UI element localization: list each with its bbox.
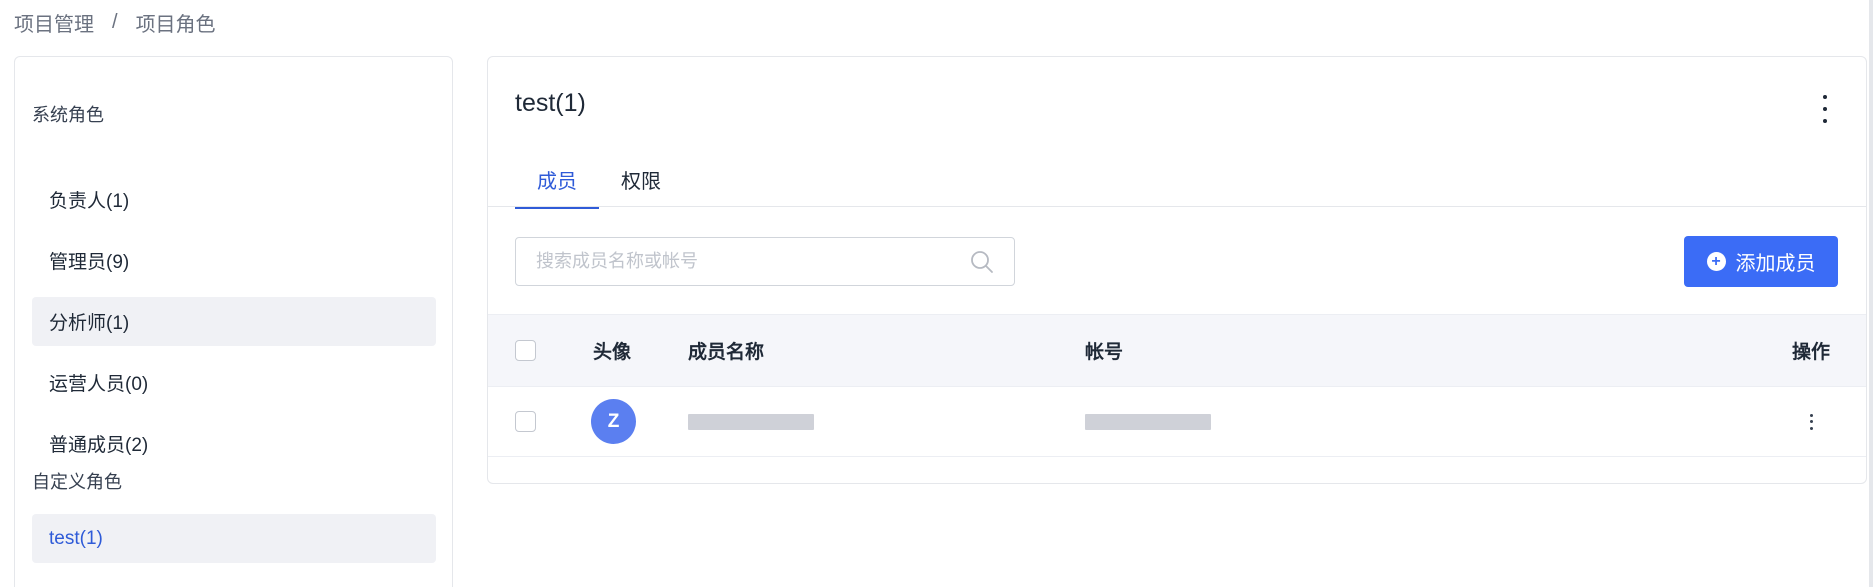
column-header-account: 帐号 xyxy=(1085,342,1124,363)
role-sidebar: 系统角色 负责人(1) 管理员(9) 分析师(1) 运营人员(0) 普通成员(2… xyxy=(14,56,453,587)
member-name-redacted xyxy=(688,413,814,430)
page-scrollbar[interactable] xyxy=(1869,0,1873,587)
search-icon[interactable] xyxy=(970,250,994,274)
breadcrumb: 项目管理 / 项目角色 xyxy=(14,8,216,37)
account-redacted xyxy=(1085,413,1211,430)
row-select-cell xyxy=(515,387,536,456)
role-detail-panel: test(1) 成员 权限 + 添加成员 xyxy=(487,56,1867,484)
system-roles-title: 系统角色 xyxy=(32,105,104,125)
tab-members-label: 成员 xyxy=(537,171,577,193)
plus-circle-icon: + xyxy=(1706,252,1726,271)
tab-permissions-label: 权限 xyxy=(621,171,661,193)
role-title: test(1) xyxy=(515,89,586,117)
breadcrumb-separator: / xyxy=(112,11,118,33)
table-row[interactable]: Z xyxy=(488,387,1866,457)
role-item-label: test(1) xyxy=(49,527,103,549)
avatar: Z xyxy=(591,399,636,444)
column-header-actions: 操作 xyxy=(1792,342,1831,363)
select-all-cell xyxy=(515,315,536,386)
add-member-label: 添加成员 xyxy=(1735,253,1816,275)
role-item-label: 负责人(1) xyxy=(49,191,130,212)
role-item-label: 运营人员(0) xyxy=(49,374,149,395)
role-item-owner[interactable]: 负责人(1) xyxy=(32,175,436,224)
row-more-icon[interactable] xyxy=(1808,413,1814,430)
role-item-member[interactable]: 普通成员(2) xyxy=(32,419,436,468)
column-header-avatar: 头像 xyxy=(593,342,632,363)
breadcrumb-item-project-roles: 项目角色 xyxy=(135,14,216,36)
role-item-admin[interactable]: 管理员(9) xyxy=(32,236,436,285)
role-item-label: 分析师(1) xyxy=(49,313,130,334)
account-cell xyxy=(1085,387,1211,456)
role-item-operator[interactable]: 运营人员(0) xyxy=(32,358,436,407)
tab-permissions[interactable]: 权限 xyxy=(599,161,683,209)
row-checkbox[interactable] xyxy=(515,411,536,432)
breadcrumb-item-project-management[interactable]: 项目管理 xyxy=(14,8,94,37)
custom-roles-title: 自定义角色 xyxy=(32,472,122,492)
role-item-test[interactable]: test(1) xyxy=(32,514,436,563)
role-item-label: 普通成员(2) xyxy=(49,435,149,456)
page: 项目管理 / 项目角色 系统角色 负责人(1) 管理员(9) 分析师(1) 运营… xyxy=(0,0,1873,587)
role-item-label: 管理员(9) xyxy=(49,252,130,273)
select-all-checkbox[interactable] xyxy=(515,340,536,361)
row-actions-cell xyxy=(1808,387,1814,456)
add-member-button[interactable]: + 添加成员 xyxy=(1684,236,1838,287)
more-options-icon[interactable] xyxy=(1820,95,1830,123)
member-search xyxy=(515,237,1015,286)
tab-members[interactable]: 成员 xyxy=(515,161,599,209)
role-item-analyst[interactable]: 分析师(1) xyxy=(32,297,436,346)
member-name-cell xyxy=(688,387,814,456)
tabs-divider xyxy=(488,206,1866,207)
avatar-cell: Z xyxy=(591,387,636,456)
column-header-member-name: 成员名称 xyxy=(688,342,765,363)
search-input[interactable] xyxy=(536,251,970,272)
table-header: 头像 成员名称 帐号 操作 xyxy=(488,314,1866,387)
tab-bar: 成员 权限 xyxy=(515,161,683,209)
